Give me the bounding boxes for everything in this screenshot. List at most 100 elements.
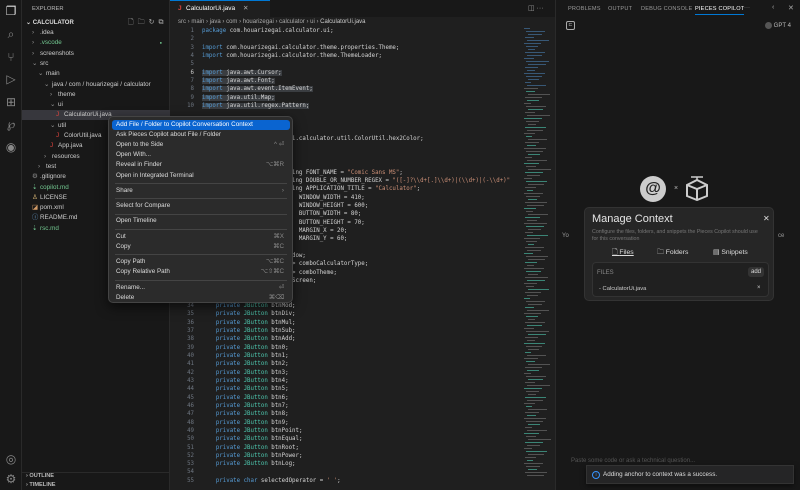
minimap-line bbox=[527, 130, 543, 131]
minimap-line bbox=[527, 70, 535, 71]
files-section-label: FILES bbox=[597, 270, 614, 276]
code-line: 1 package com.houarizegai.calculator.ui; bbox=[170, 27, 334, 35]
extensions-icon[interactable]: ⊞ bbox=[4, 95, 18, 109]
line-number: 55 bbox=[187, 477, 194, 484]
code-line: 2 bbox=[170, 35, 202, 43]
editor-tab-bar: J CalculatorUi.java ✕ ◫ ··· bbox=[170, 0, 555, 17]
menu-item[interactable]: Open With... bbox=[112, 150, 290, 160]
close-dialog-icon[interactable]: ✕ bbox=[763, 214, 770, 223]
minimap-line bbox=[528, 304, 542, 305]
minimap-line bbox=[527, 430, 547, 431]
menu-item[interactable]: Reveal in Finder ⌥⌘R bbox=[112, 160, 290, 170]
new-file-icon[interactable]: 🗋 bbox=[128, 19, 138, 26]
source-control-icon[interactable]: ⑂ bbox=[4, 50, 18, 64]
menu-item[interactable]: Add File / Folder to Copilot Conversatio… bbox=[112, 120, 290, 130]
menu-item[interactable]: Select for Compare bbox=[112, 201, 290, 211]
menu-item[interactable]: Copy ⌘C bbox=[112, 242, 290, 252]
panel-tab-problems[interactable]: PROBLEMS bbox=[568, 6, 601, 12]
tab-folders[interactable]: 🗀 Folders bbox=[657, 248, 688, 259]
minimap-line bbox=[528, 319, 535, 320]
info-icon: ⓘ bbox=[32, 214, 39, 222]
chevron-left-icon[interactable]: ‹ bbox=[772, 4, 774, 11]
tree-item[interactable]: › screenshots bbox=[22, 49, 170, 59]
explorer-icon[interactable]: ❐ bbox=[4, 4, 18, 18]
panel-tab-pieces-copilot[interactable]: PIECES COPILOT bbox=[695, 6, 745, 15]
panel-more-button[interactable]: ··· bbox=[744, 5, 750, 11]
breadcrumb-item[interactable]: calculator bbox=[279, 19, 305, 25]
timeline-section[interactable]: › TIMELINE bbox=[26, 482, 56, 488]
minimap-line bbox=[525, 202, 547, 203]
line-number: 45 bbox=[187, 394, 194, 401]
menu-item[interactable]: Share › bbox=[112, 186, 290, 196]
copilot-chat-input[interactable]: Paste some code or ask a technical quest… bbox=[571, 458, 695, 464]
breadcrumb-item[interactable]: java bbox=[210, 19, 221, 25]
code-text: private JButton btn4; bbox=[215, 377, 289, 384]
project-name: CALCULATOR bbox=[32, 20, 74, 26]
close-panel-icon[interactable]: ✕ bbox=[788, 4, 794, 12]
github-icon[interactable]: ◉ bbox=[4, 140, 18, 154]
project-header[interactable]: ⌄ CALCULATOR bbox=[26, 19, 74, 26]
minimap-line bbox=[528, 94, 550, 95]
minimap-line bbox=[527, 205, 544, 206]
tab-snippets[interactable]: ▤ Snippets bbox=[713, 248, 748, 256]
tab-files[interactable]: 🗋 Files bbox=[612, 248, 634, 259]
tree-item[interactable]: ⌄ ui bbox=[22, 100, 170, 110]
tree-item-label: README.md bbox=[40, 214, 78, 222]
minimap-line bbox=[527, 265, 534, 266]
panel-tab-debug-console[interactable]: DEBUG CONSOLE bbox=[641, 6, 692, 12]
tree-item[interactable]: › theme bbox=[22, 90, 170, 100]
tree-item[interactable]: ⌄ src bbox=[22, 59, 170, 69]
tab-calculatorui-java[interactable]: J CalculatorUi.java ✕ bbox=[170, 0, 270, 17]
account-icon[interactable]: ◎ bbox=[4, 452, 18, 466]
menu-item[interactable]: Ask Pieces Copilot about File / Folder bbox=[112, 130, 290, 140]
minimap-line bbox=[526, 271, 541, 272]
refresh-icon[interactable]: ↻ bbox=[149, 19, 159, 26]
outline-section[interactable]: › OUTLINE bbox=[26, 473, 54, 479]
chevron-right-icon: › bbox=[44, 152, 47, 160]
add-file-button[interactable]: add bbox=[748, 267, 765, 277]
collapse-all-icon[interactable]: ⧉ bbox=[159, 19, 168, 26]
minimap[interactable] bbox=[522, 28, 554, 488]
code-text: private JButton btnEqual; bbox=[215, 436, 303, 443]
minimap-line bbox=[528, 139, 547, 140]
tree-item[interactable]: ⌄ main bbox=[22, 69, 170, 79]
settings-gear-icon[interactable]: ⚙ bbox=[4, 472, 18, 486]
menu-item[interactable]: Open Timeline bbox=[112, 216, 290, 226]
menu-item[interactable]: Copy Relative Path ⌥⇧⌘C bbox=[112, 267, 290, 277]
minimap-line bbox=[524, 388, 542, 389]
code-text: private JButton btn3; bbox=[215, 369, 289, 376]
menu-item[interactable]: Open to the Side ^ ⏎ bbox=[112, 140, 290, 150]
license-icon: ♙ bbox=[32, 193, 38, 201]
pieces-icon[interactable]: ℘ bbox=[4, 117, 18, 131]
minimap-line bbox=[528, 439, 551, 440]
close-tab-icon[interactable]: ✕ bbox=[243, 5, 248, 12]
panel-tab-output[interactable]: OUTPUT bbox=[608, 6, 632, 12]
minimap-line bbox=[527, 115, 550, 116]
menu-item[interactable]: Delete ⌘⌫ bbox=[112, 293, 290, 303]
breadcrumb-item[interactable]: CalculatorUi.java bbox=[320, 19, 365, 25]
new-folder-icon[interactable]: 🗀 bbox=[138, 19, 149, 26]
minimap-line bbox=[526, 436, 536, 437]
menu-item[interactable]: Copy Path ⌥⌘C bbox=[112, 257, 290, 267]
menu-item[interactable]: Cut ⌘X bbox=[112, 232, 290, 242]
breadcrumb-item[interactable]: src bbox=[178, 19, 186, 25]
tree-item[interactable]: ⌄ java / com / houarizegai / calculator bbox=[22, 80, 170, 90]
breadcrumb-item[interactable]: houarizegai bbox=[243, 19, 274, 25]
search-icon[interactable]: ⌕ bbox=[4, 27, 18, 41]
outline-label: OUTLINE bbox=[29, 473, 54, 479]
tree-item[interactable]: › .vscode ● bbox=[22, 38, 170, 48]
minimap-line bbox=[524, 163, 539, 164]
minimap-line bbox=[528, 184, 544, 185]
breadcrumb-item[interactable]: com bbox=[226, 19, 237, 25]
chevron-down-icon: ⌄ bbox=[50, 101, 56, 109]
menu-item[interactable]: Open in Integrated Terminal bbox=[112, 171, 290, 181]
menu-item[interactable]: Rename... ⏎ bbox=[112, 283, 290, 293]
model-selector[interactable]: GPT 4 bbox=[765, 22, 791, 29]
remove-file-icon[interactable]: × bbox=[757, 285, 761, 291]
breadcrumb-item[interactable]: main bbox=[191, 19, 204, 25]
copilot-sidebar-toggle-icon[interactable]: ⊏ bbox=[566, 21, 575, 30]
minimap-line bbox=[528, 274, 538, 275]
run-debug-icon[interactable]: ▷ bbox=[4, 72, 18, 86]
tree-item[interactable]: › .idea bbox=[22, 28, 170, 38]
split-editor-icon[interactable]: ◫ ··· bbox=[528, 4, 544, 12]
